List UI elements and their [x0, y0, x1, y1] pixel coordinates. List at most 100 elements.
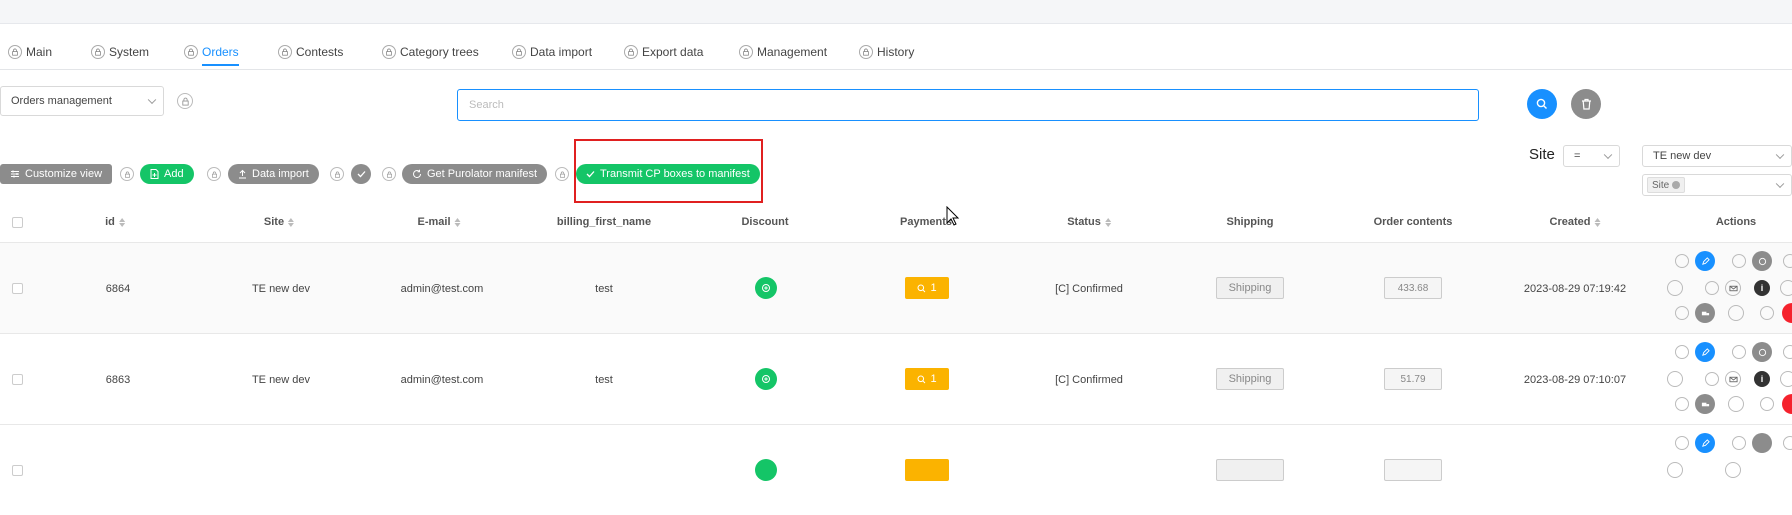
close-icon[interactable] — [1672, 181, 1681, 189]
customize-view-button[interactable]: Customize view — [0, 164, 113, 184]
search-input[interactable]: Search — [457, 89, 1479, 121]
lock-icon[interactable] — [1783, 345, 1792, 359]
mail-icon[interactable] — [1725, 371, 1741, 387]
select-all-checkbox[interactable] — [12, 217, 23, 228]
lock-icon[interactable] — [177, 93, 193, 109]
lock-icon[interactable] — [1675, 345, 1689, 359]
lock-icon[interactable] — [1732, 436, 1746, 450]
tab-management[interactable]: Management — [739, 45, 827, 70]
tab-export-data[interactable]: Export data — [624, 45, 703, 70]
view-select[interactable]: Orders management — [0, 86, 164, 116]
column-label: E-mail — [417, 216, 451, 228]
lock-icon[interactable] — [1760, 306, 1774, 320]
column-label: Payments — [900, 216, 952, 228]
filter-operator-select[interactable]: = — [1563, 145, 1620, 167]
tab-history[interactable]: History — [859, 45, 914, 70]
print-icon[interactable] — [1667, 371, 1683, 387]
table-row[interactable] — [0, 424, 1792, 515]
cell-email: admin@test.com — [400, 283, 484, 295]
lock-icon[interactable] — [1675, 397, 1689, 411]
lock-icon[interactable] — [555, 167, 569, 181]
lock-icon — [624, 45, 638, 59]
order-contents-button[interactable] — [1384, 459, 1442, 481]
column-header-email[interactable]: E-mail — [417, 216, 461, 228]
data-import-button[interactable]: Data import — [228, 164, 319, 184]
shipping-button[interactable]: Shipping — [1216, 277, 1284, 299]
column-header-order-contents: Order contents — [1374, 216, 1453, 228]
tab-main[interactable]: Main — [8, 45, 52, 70]
shipping-button[interactable] — [1216, 459, 1284, 481]
lock-icon[interactable] — [1705, 281, 1719, 295]
lock-icon[interactable] — [330, 167, 344, 181]
sort-icon[interactable] — [1594, 217, 1601, 227]
table-row[interactable]: 6863 TE new dev admin@test.com test 1 [C… — [0, 333, 1792, 424]
filter-value-select[interactable]: TE new dev — [1642, 145, 1792, 167]
delete-icon[interactable] — [1782, 303, 1792, 323]
row-checkbox[interactable] — [12, 283, 23, 294]
lock-icon[interactable] — [207, 167, 221, 181]
get-purolator-manifest-button[interactable]: Get Purolator manifest — [402, 164, 548, 184]
filter-tag[interactable]: Site — [1647, 177, 1686, 193]
lock-icon[interactable] — [1783, 436, 1792, 450]
payments-badge[interactable]: 1 — [905, 368, 949, 390]
lock-icon[interactable] — [1705, 372, 1719, 386]
order-contents-button[interactable]: 51.79 — [1384, 368, 1442, 390]
gift-icon[interactable] — [1728, 396, 1744, 412]
print-icon[interactable] — [1667, 280, 1683, 296]
gift-icon[interactable] — [1728, 305, 1744, 321]
lock-icon[interactable] — [382, 167, 396, 181]
lock-icon[interactable] — [1675, 254, 1689, 268]
column-header-site[interactable]: Site — [264, 216, 295, 228]
filter-tag-select[interactable]: Site — [1642, 174, 1792, 196]
column-header-created[interactable]: Created — [1550, 216, 1601, 228]
lock-icon[interactable] — [1675, 306, 1689, 320]
info-icon[interactable]: i — [1754, 280, 1770, 296]
discount-icon[interactable] — [755, 368, 777, 390]
delete-icon[interactable] — [1782, 394, 1792, 414]
user-icon[interactable] — [1780, 371, 1792, 387]
comment-icon[interactable] — [1752, 251, 1772, 271]
sort-icon[interactable] — [454, 217, 461, 227]
column-header-id[interactable]: id — [105, 216, 125, 228]
truck-icon[interactable] — [1695, 303, 1715, 323]
order-contents-button[interactable]: 433.68 — [1384, 277, 1442, 299]
payments-badge[interactable]: 1 — [905, 277, 949, 299]
tab-contests[interactable]: Contests — [278, 45, 343, 70]
sort-icon[interactable] — [1104, 217, 1111, 227]
mail-icon[interactable] — [1725, 462, 1741, 478]
lock-icon[interactable] — [1732, 345, 1746, 359]
edit-icon[interactable] — [1695, 342, 1715, 362]
lock-icon[interactable] — [1675, 436, 1689, 450]
edit-icon[interactable] — [1695, 251, 1715, 271]
shipping-button[interactable]: Shipping — [1216, 368, 1284, 390]
search-button[interactable] — [1527, 89, 1557, 119]
add-button[interactable]: Add — [140, 164, 194, 184]
tab-system[interactable]: System — [91, 45, 149, 70]
sort-icon[interactable] — [118, 217, 125, 227]
user-icon[interactable] — [1780, 280, 1792, 296]
lock-icon[interactable] — [1732, 254, 1746, 268]
row-checkbox[interactable] — [12, 374, 23, 385]
lock-icon[interactable] — [1760, 397, 1774, 411]
edit-icon[interactable] — [1695, 433, 1715, 453]
column-header-status[interactable]: Status — [1067, 216, 1111, 228]
mail-icon[interactable] — [1725, 280, 1741, 296]
table-row[interactable]: 6864 TE new dev admin@test.com test 1 [C… — [0, 242, 1792, 333]
info-icon[interactable]: i — [1754, 371, 1770, 387]
sort-icon[interactable] — [288, 217, 295, 227]
lock-icon[interactable] — [120, 167, 134, 181]
check-icon[interactable] — [351, 164, 371, 184]
comment-icon[interactable] — [1752, 342, 1772, 362]
payments-badge[interactable] — [905, 459, 949, 481]
add-label: Add — [164, 168, 184, 180]
clear-button[interactable] — [1571, 89, 1601, 119]
discount-icon[interactable] — [755, 277, 777, 299]
comment-icon[interactable] — [1752, 433, 1772, 453]
lock-icon[interactable] — [1783, 254, 1792, 268]
discount-icon[interactable] — [755, 459, 777, 481]
tab-data-import[interactable]: Data import — [512, 45, 592, 70]
tab-category-trees[interactable]: Category trees — [382, 45, 479, 70]
print-icon[interactable] — [1667, 462, 1683, 478]
truck-icon[interactable] — [1695, 394, 1715, 414]
tab-orders[interactable]: Orders — [184, 45, 239, 70]
